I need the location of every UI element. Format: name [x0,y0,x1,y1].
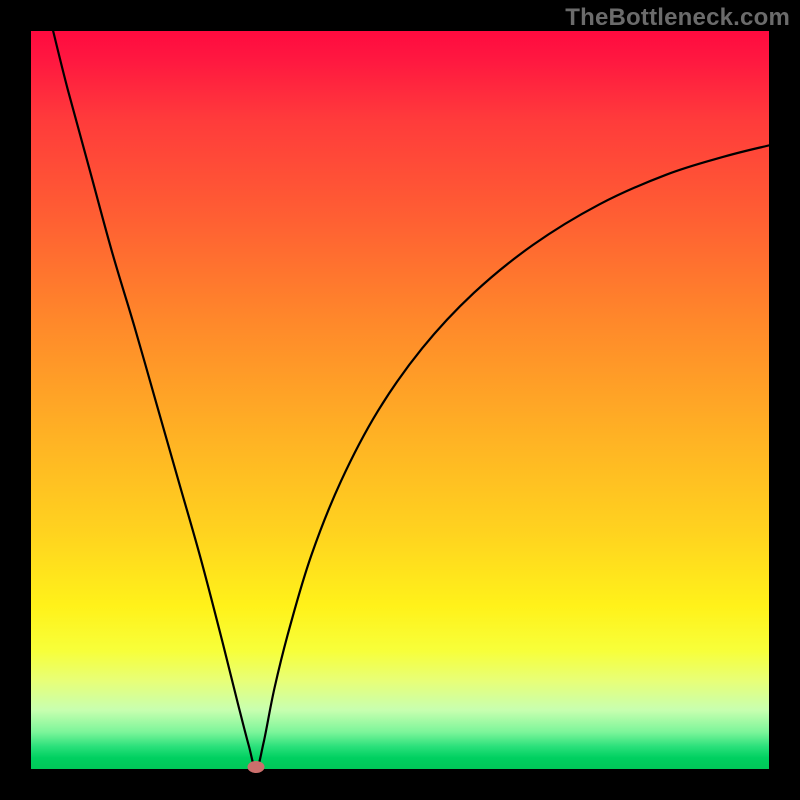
chart-frame: TheBottleneck.com [0,0,800,800]
plot-area [31,31,769,769]
watermark-text: TheBottleneck.com [565,4,790,32]
bottleneck-curve [31,31,769,769]
minimum-marker [248,761,265,773]
